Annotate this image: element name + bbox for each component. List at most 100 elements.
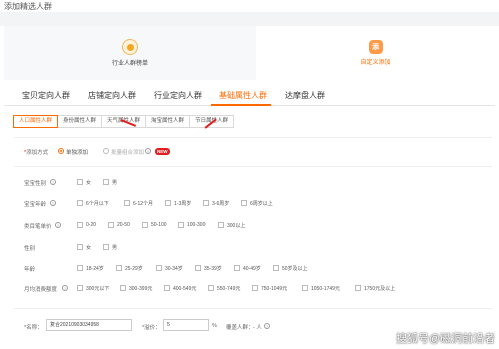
baby-gender-label: 宝宝性别: [24, 181, 47, 187]
checkbox[interactable]: [77, 200, 83, 206]
checkbox[interactable]: [218, 222, 224, 228]
checkbox-label: 男: [112, 245, 118, 251]
checkbox[interactable]: [142, 222, 148, 228]
checkbox-label: 550-749元: [217, 286, 241, 292]
checkbox[interactable]: [124, 200, 130, 206]
new-badge: NEW: [155, 148, 170, 155]
name-input[interactable]: 复合20210903034958: [46, 319, 132, 331]
checkbox[interactable]: [103, 179, 109, 185]
checkbox[interactable]: [77, 222, 83, 228]
checkbox-label: 20-50: [117, 222, 130, 228]
category-price-label: 类目笔单价: [24, 224, 52, 230]
page-title: 添加精选人群: [4, 2, 52, 11]
medal-icon: [122, 39, 138, 55]
tab-basic-attributes[interactable]: 基础属性人群: [219, 90, 267, 101]
checkbox[interactable]: [108, 222, 114, 228]
checkbox-label: 300元以下: [86, 286, 110, 292]
checkbox[interactable]: [103, 244, 109, 250]
checkbox-label: 400-549元: [173, 286, 197, 292]
checkbox[interactable]: [77, 179, 83, 185]
active-tab-indicator: [211, 104, 271, 106]
checkbox-label: 50岁及以上: [282, 266, 308, 272]
checkbox[interactable]: [302, 285, 308, 291]
radio-batch-add[interactable]: [103, 148, 109, 154]
checkbox-label: 0-20: [86, 222, 97, 228]
checkbox[interactable]: [273, 265, 279, 271]
checkbox[interactable]: [203, 200, 209, 206]
checkbox-label: 1050-1749元: [311, 286, 340, 292]
checkbox-label: 女: [86, 180, 92, 186]
baby-age-label: 宝宝年龄: [24, 202, 47, 208]
checkbox-label: 750-1049元: [261, 286, 288, 292]
custom-add-label: 自定义添加: [360, 60, 391, 66]
divider: [14, 166, 492, 167]
monthly-spend-label: 月均消费额度: [24, 287, 58, 293]
checkbox-label: 6-12个月: [133, 201, 154, 207]
checkbox[interactable]: [178, 222, 184, 228]
checkbox[interactable]: [77, 285, 83, 291]
divider: [14, 308, 492, 309]
checkbox-label: 100-300: [187, 222, 206, 228]
add-mode-cards: 行业人群榜单 添 自定义添加: [4, 26, 495, 80]
checkbox[interactable]: [120, 285, 126, 291]
age-label: 年龄: [24, 267, 36, 273]
checkbox[interactable]: [252, 285, 258, 291]
audience-type-tabs: 宝贝定向人群 店铺定向人群 行业定向人群 基础属性人群 达摩盘人群: [4, 86, 495, 106]
premium-label: *溢价：: [142, 325, 161, 331]
radio-single-add[interactable]: [58, 148, 64, 154]
category-price-help-icon[interactable]: ?: [55, 222, 61, 228]
checkbox[interactable]: [156, 265, 162, 271]
checkbox[interactable]: [195, 265, 201, 271]
single-add-label: 单独添加: [66, 150, 89, 156]
baby-age-help-icon[interactable]: ?: [50, 200, 56, 206]
checkbox[interactable]: [234, 265, 240, 271]
checkbox-label: 35-39岁: [204, 266, 222, 272]
checkbox-label: 300以上: [227, 223, 246, 229]
custom-add-card[interactable]: 添 自定义添加: [256, 26, 495, 80]
checkbox-label: 18-24岁: [86, 266, 104, 272]
monthly-spend-help-icon[interactable]: ?: [62, 285, 68, 291]
checkbox[interactable]: [77, 244, 83, 250]
batch-add-label: 批量组合添加: [111, 150, 145, 156]
checkbox-label: 6个月以下: [86, 201, 109, 207]
checkbox[interactable]: [165, 200, 171, 206]
checkbox-label: 女: [86, 245, 92, 251]
checkbox-label: 1-3周岁: [174, 201, 192, 207]
tab-item-targeting[interactable]: 宝贝定向人群: [22, 90, 70, 101]
batch-add-help-icon[interactable]: ?: [145, 148, 151, 154]
checkbox-label: 40-49岁: [243, 266, 261, 272]
checkbox-label: 30-34岁: [165, 266, 183, 272]
name-label: *名称：: [24, 325, 43, 331]
checkbox-label: 6周岁以上: [250, 201, 273, 207]
coverage-help-icon[interactable]: ?: [264, 323, 270, 329]
add-method-label: *添加方式: [24, 148, 48, 156]
premium-input[interactable]: 5: [163, 319, 209, 331]
header-band: [0, 12, 499, 26]
subtab-demographic[interactable]: 人口属性人群: [13, 115, 59, 128]
tab-dmp[interactable]: 达摩盘人群: [285, 90, 325, 101]
checkbox-label: 25-29岁: [125, 266, 143, 272]
checkbox-label: 3-6周岁: [212, 201, 230, 207]
checkbox[interactable]: [164, 285, 170, 291]
watermark: 搜狐号@磁洞前沿者: [396, 333, 496, 345]
gender-label: 性别: [24, 246, 36, 252]
checkbox[interactable]: [208, 285, 214, 291]
checkbox[interactable]: [77, 265, 83, 271]
divider: [14, 137, 492, 138]
add-method-label-text: 添加方式: [26, 150, 49, 156]
industry-ranking-card[interactable]: 行业人群榜单: [4, 26, 256, 80]
subtab-taobao[interactable]: 淘宝属性人群: [145, 115, 191, 128]
checkbox[interactable]: [116, 265, 122, 271]
checkbox-label: 300-399元: [129, 286, 153, 292]
checkbox[interactable]: [355, 285, 361, 291]
subtab-identity[interactable]: 身份属性人群: [57, 115, 103, 128]
checkbox-label: 男: [112, 180, 118, 186]
baby-gender-help-icon[interactable]: ?: [50, 179, 56, 185]
tab-industry-targeting[interactable]: 行业定向人群: [154, 90, 202, 101]
premium-unit: %: [212, 323, 217, 329]
tab-store-targeting[interactable]: 店铺定向人群: [88, 90, 136, 101]
checkbox-label: 50-100: [151, 222, 167, 228]
coverage-label: 覆盖人群：: [226, 325, 254, 331]
checkbox[interactable]: [241, 200, 247, 206]
coverage-value: - 人: [253, 325, 262, 331]
